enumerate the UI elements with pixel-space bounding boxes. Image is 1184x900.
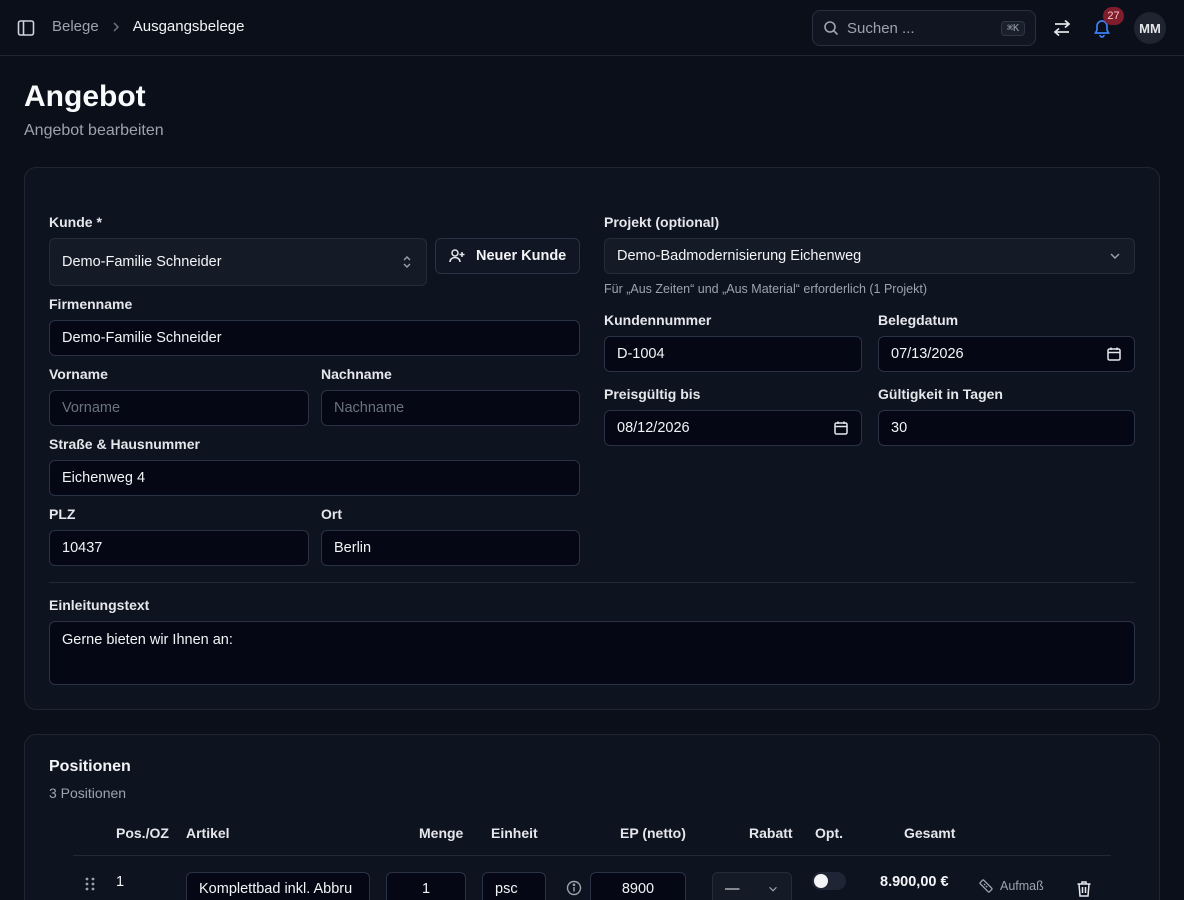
row-qty-input[interactable]: 1: [386, 872, 466, 900]
form-divider: [49, 582, 1135, 583]
project-select-value: Demo-Badmodernisierung Eichenweg: [617, 248, 862, 264]
row-measure-button[interactable]: Aufmaß: [978, 878, 1044, 894]
row-optional-toggle[interactable]: [812, 872, 846, 890]
city-input[interactable]: Berlin: [321, 530, 580, 566]
column-header-discount: Rabatt: [749, 825, 793, 841]
doc-date-input[interactable]: 07/13/2026: [878, 336, 1135, 372]
validity-days-input[interactable]: 30: [878, 410, 1135, 446]
column-header-article: Artikel: [186, 825, 230, 841]
valid-until-input[interactable]: 08/12/2026: [604, 410, 862, 446]
page-title: Angebot: [24, 80, 146, 113]
updown-chevron-icon: [403, 256, 411, 268]
row-pos: 1: [116, 874, 125, 890]
chevron-down-icon: [1110, 253, 1120, 259]
breadcrumb-item-belege[interactable]: Belege: [52, 18, 99, 35]
breadcrumb: Belege Ausgangsbelege: [52, 18, 244, 35]
row-price-input[interactable]: 8900: [590, 872, 686, 900]
column-header-total: Gesamt: [904, 825, 956, 841]
project-hint: Für „Aus Zeiten“ und „Aus Material“ erfo…: [604, 282, 928, 296]
search-icon: [824, 21, 839, 36]
positions-count: 3 Positionen: [49, 785, 127, 801]
customer-number-input[interactable]: D-1004: [604, 336, 862, 372]
customer-label: Kunde *: [49, 214, 102, 230]
chevron-down-icon: [769, 886, 777, 892]
row-discount-value: —: [725, 881, 740, 897]
sidebar-toggle-icon[interactable]: [16, 18, 36, 38]
project-label: Projekt (optional): [604, 214, 720, 230]
street-label: Straße & Hausnummer: [49, 436, 200, 452]
company-input[interactable]: Demo-Familie Schneider: [49, 320, 580, 356]
street-input[interactable]: Eichenweg 4: [49, 460, 580, 496]
row-article-input[interactable]: Komplettbad inkl. Abbru: [186, 872, 370, 900]
user-plus-icon: [449, 249, 465, 263]
row-total: 8.900,00 €: [880, 874, 949, 890]
customer-select-value: Demo-Familie Schneider: [62, 254, 222, 270]
avatar[interactable]: MM: [1134, 12, 1166, 44]
notification-badge: 27: [1103, 7, 1124, 25]
search-placeholder: Suchen ...: [847, 19, 915, 37]
new-customer-button[interactable]: Neuer Kunde: [435, 238, 580, 274]
last-name-input[interactable]: Nachname: [321, 390, 580, 426]
row-discount-select[interactable]: —: [712, 872, 792, 900]
search-box[interactable]: Suchen ... ⌘K: [812, 10, 1036, 46]
info-icon[interactable]: [566, 880, 582, 896]
column-header-qty: Menge: [419, 825, 464, 841]
ruler-icon: [979, 879, 993, 893]
zip-input[interactable]: 10437: [49, 530, 309, 566]
page-subtitle: Angebot bearbeiten: [24, 122, 164, 139]
valid-until-value: 08/12/2026: [617, 420, 690, 436]
table-header-divider: [73, 855, 1111, 856]
calendar-icon[interactable]: [1106, 346, 1122, 362]
trash-icon[interactable]: [1076, 880, 1092, 898]
last-name-label: Nachname: [321, 366, 392, 382]
validity-days-label: Gültigkeit in Tagen: [878, 386, 1003, 402]
customer-select[interactable]: Demo-Familie Schneider: [49, 238, 427, 286]
project-select[interactable]: Demo-Badmodernisierung Eichenweg: [604, 238, 1135, 274]
breadcrumb-item-current: Ausgangsbelege: [132, 18, 245, 35]
search-shortcut: ⌘K: [1000, 20, 1025, 36]
city-label: Ort: [321, 506, 342, 522]
doc-date-value: 07/13/2026: [891, 346, 964, 362]
column-header-price: EP (netto): [620, 825, 686, 841]
customer-number-label: Kundennummer: [604, 312, 712, 328]
row-measure-label: Aufmaß: [1000, 879, 1044, 893]
intro-label: Einleitungstext: [49, 597, 150, 613]
company-label: Firmenname: [49, 296, 133, 312]
calendar-icon[interactable]: [833, 420, 849, 436]
drag-handle-icon[interactable]: [84, 876, 96, 892]
positions-title: Positionen: [49, 758, 131, 775]
column-header-optional: Opt.: [815, 825, 843, 841]
row-unit-input[interactable]: psc: [482, 872, 546, 900]
new-customer-label: Neuer Kunde: [476, 248, 567, 264]
top-bar: Belege Ausgangsbelege Suchen ... ⌘K 27 M…: [0, 0, 1184, 56]
column-header-unit: Einheit: [491, 825, 538, 841]
valid-until-label: Preisgültig bis: [604, 386, 701, 402]
first-name-input[interactable]: Vorname: [49, 390, 309, 426]
intro-textarea[interactable]: Gerne bieten wir Ihnen an:: [49, 621, 1135, 685]
doc-date-label: Belegdatum: [878, 312, 959, 328]
first-name-label: Vorname: [49, 366, 108, 382]
column-header-pos: Pos./OZ: [116, 825, 169, 841]
chevron-right-icon: [113, 21, 119, 32]
swap-icon[interactable]: [1052, 18, 1072, 38]
zip-label: PLZ: [49, 506, 76, 522]
